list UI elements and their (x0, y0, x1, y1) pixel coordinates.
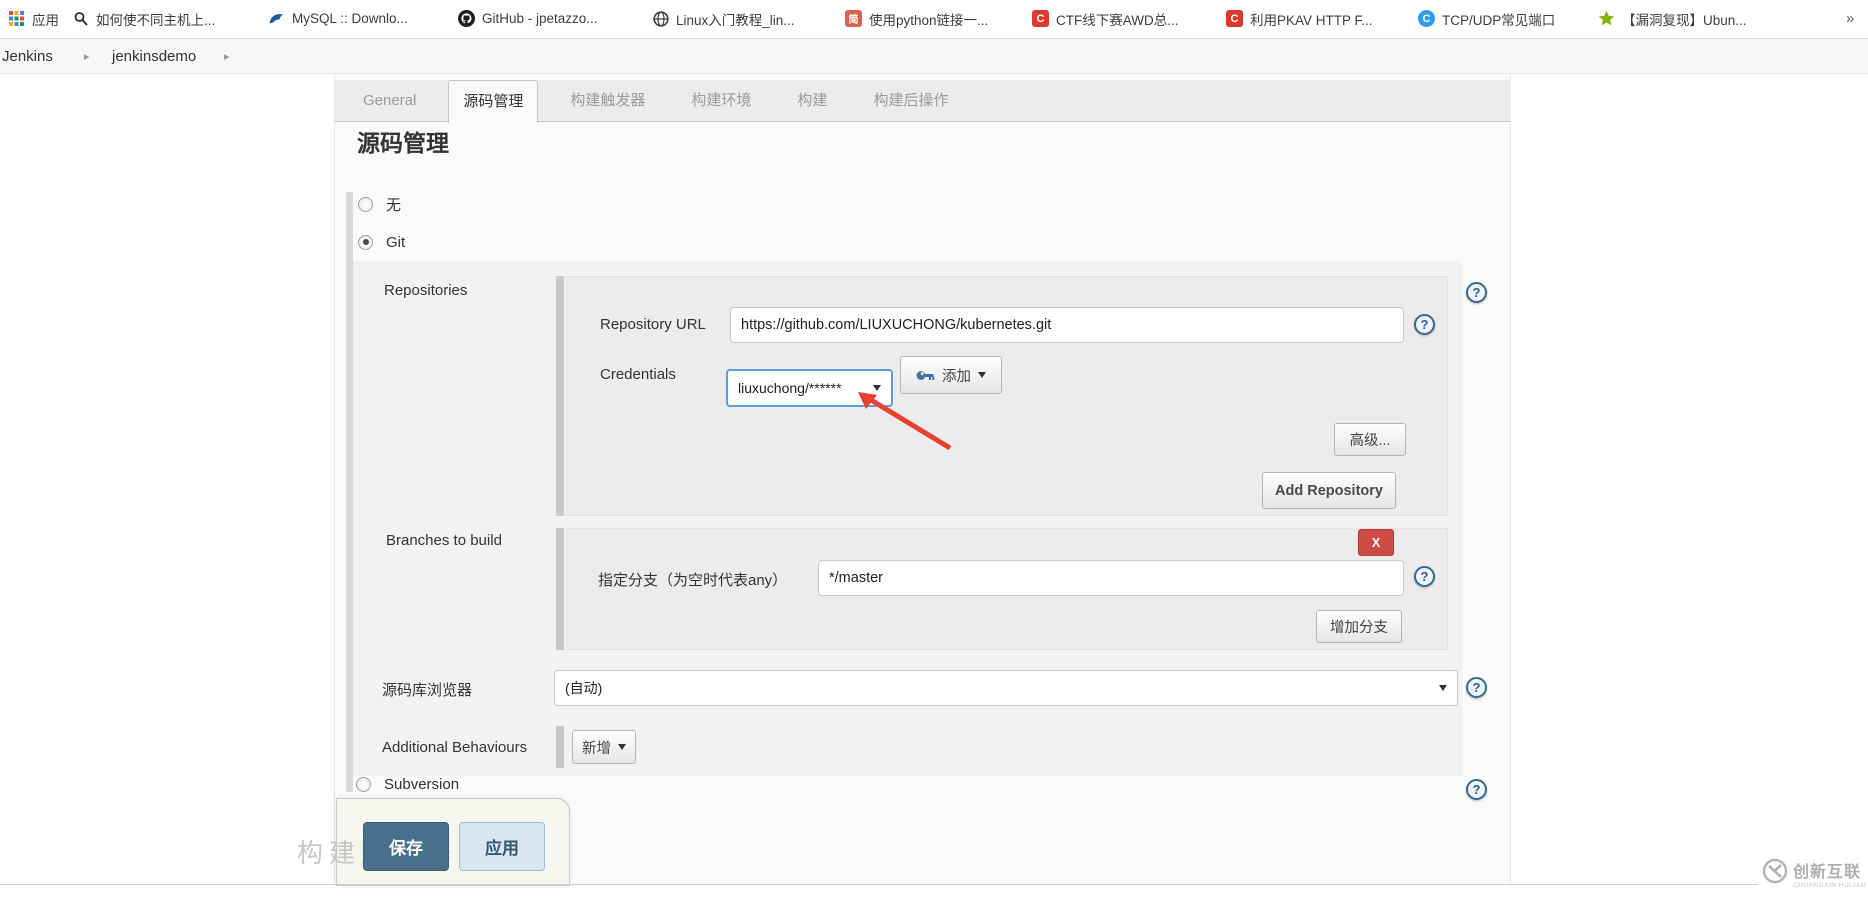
breadcrumb-jenkinsdemo[interactable]: jenkinsdemo (112, 39, 196, 73)
repo-browser-select[interactable]: (自动) (554, 670, 1458, 706)
save-footer-panel: 构建触发器 保存 应用 (297, 798, 570, 886)
section-drag-bar (346, 192, 353, 792)
csdn-favicon: C (1032, 10, 1049, 27)
behaviour-drag-bar (556, 726, 564, 768)
add-behaviour-button[interactable]: 新增 (572, 730, 636, 764)
remove-branch-button[interactable]: X (1358, 529, 1394, 556)
tab-general[interactable]: General (349, 80, 430, 122)
chevron-down-icon (873, 385, 881, 391)
help-icon[interactable]: ? (1414, 314, 1435, 335)
advanced-button[interactable]: 高级... (1334, 423, 1406, 456)
repo-browser-label: 源码库浏览器 (382, 682, 473, 699)
site-watermark: 创新互联 CHUANGXIN HULIAN (1758, 850, 1868, 897)
bookmark-label: 【漏洞复现】Ubun... (1622, 12, 1747, 28)
page-title: 源码管理 (357, 130, 449, 156)
jianshu-favicon: 简 (845, 10, 862, 27)
radio-none-icon[interactable] (358, 196, 373, 212)
bookmark-label: 利用PKAV HTTP F... (1250, 12, 1373, 28)
tab-source-code[interactable]: 源码管理 (448, 80, 539, 123)
bookmark-label: 使用python链接一... (869, 12, 989, 28)
add-credential-button[interactable]: 添加 (900, 356, 1002, 394)
breadcrumb-jenkins[interactable]: Jenkins (2, 39, 53, 73)
jenkins-configure-page: 应用 如何使不同主机上... MySQL :: Downlo... GitHub… (0, 0, 1868, 897)
bookmark-label: Linux入门教程_lin... (676, 12, 795, 28)
chevron-down-icon (618, 744, 626, 750)
bookmark-item[interactable]: C CTF线下赛AWD总... (1032, 0, 1179, 37)
add-credential-label: 添加 (942, 368, 971, 385)
mysql-favicon (268, 10, 285, 27)
cx-logo-icon (1762, 858, 1788, 889)
watermark-subtitle: CHUANGXIN HULIAN (1793, 882, 1866, 889)
bookmark-label: MySQL :: Downlo... (292, 11, 408, 26)
tab-build-env[interactable]: 构建环境 (677, 80, 765, 122)
tab-post-build[interactable]: 构建后操作 (859, 80, 962, 122)
repo-chunk-drag-bar[interactable] (556, 276, 564, 516)
bookmark-label: TCP/UDP常见端口 (1442, 12, 1556, 28)
bookmark-item[interactable]: MySQL :: Downlo... (268, 0, 408, 37)
magnifier-favicon (72, 10, 89, 27)
tab-build-triggers[interactable]: 构建触发器 (556, 80, 659, 122)
bookmark-apps[interactable]: 应用 (8, 0, 59, 37)
radio-label: Git (386, 233, 406, 251)
bookmark-label: 应用 (32, 12, 59, 28)
chevron-down-icon (1439, 685, 1447, 691)
apps-grid-icon (8, 10, 25, 27)
watermark-title: 创新互联 (1793, 864, 1862, 881)
csdn-favicon: C (1226, 10, 1243, 27)
bookmark-label: CTF线下赛AWD总... (1056, 12, 1179, 28)
bookmarks-overflow-chevron[interactable]: » (1846, 0, 1854, 37)
help-icon[interactable]: ? (1466, 677, 1487, 698)
globe-favicon (652, 10, 669, 27)
bookmark-item[interactable]: C TCP/UDP常见端口 (1418, 0, 1555, 37)
repository-url-label: Repository URL (600, 316, 706, 333)
branch-spec-input[interactable] (818, 560, 1404, 596)
bookmark-item[interactable]: 简 使用python链接一... (845, 0, 988, 37)
blue-c-favicon: C (1418, 10, 1435, 27)
breadcrumb-separator-icon: ▸ (224, 50, 230, 63)
breadcrumb: Jenkins ▸ jenkinsdemo ▸ (0, 38, 1868, 74)
bookmark-item[interactable]: 【漏洞复现】Ubun... (1598, 0, 1747, 37)
help-icon[interactable]: ? (1466, 779, 1487, 800)
browser-bookmarks-bar: 应用 如何使不同主机上... MySQL :: Downlo... GitHub… (0, 0, 1868, 37)
bookmark-item[interactable]: C 利用PKAV HTTP F... (1226, 0, 1373, 37)
branch-chunk-drag-bar[interactable] (556, 528, 564, 650)
bookmark-item[interactable]: GitHub - jpetazzo... (458, 0, 598, 37)
help-icon[interactable]: ? (1414, 566, 1435, 587)
star-favicon (1598, 10, 1615, 27)
add-behaviour-label: 新增 (582, 740, 611, 757)
add-branch-button[interactable]: 增加分支 (1316, 610, 1402, 643)
credentials-select[interactable]: liuxuchong/****** (726, 369, 893, 407)
apply-button[interactable]: 应用 (459, 822, 545, 871)
radio-git-icon[interactable] (358, 234, 373, 250)
repo-browser-selected-value: (自动) (565, 680, 603, 696)
scm-option-subversion[interactable]: Subversion (356, 772, 459, 796)
chevron-down-icon (978, 372, 986, 378)
github-favicon (458, 10, 475, 27)
credentials-label: Credentials (600, 366, 676, 383)
config-tab-bar: General 源码管理 构建触发器 构建环境 构建 构建后操作 (335, 80, 1510, 123)
radio-subversion-icon[interactable] (356, 776, 371, 792)
scm-option-none[interactable]: 无 (358, 192, 401, 216)
repositories-label: Repositories (384, 282, 468, 299)
bookmark-label: GitHub - jpetazzo... (482, 11, 598, 26)
key-icon (916, 367, 935, 384)
bookmark-item[interactable]: Linux入门教程_lin... (652, 0, 795, 37)
help-icon[interactable]: ? (1466, 282, 1487, 303)
branch-spec-label: 指定分支（为空时代表any） (598, 572, 788, 589)
scm-option-git[interactable]: Git (358, 230, 405, 254)
bottom-divider (0, 884, 1762, 885)
save-button[interactable]: 保存 (363, 822, 449, 871)
credentials-selected-value: liuxuchong/****** (738, 380, 842, 396)
radio-label: Subversion (384, 775, 460, 793)
bookmark-label: 如何使不同主机上... (96, 12, 216, 28)
additional-behaviours-label: Additional Behaviours (382, 739, 528, 756)
bookmark-item[interactable]: 如何使不同主机上... (72, 0, 215, 37)
radio-label: 无 (386, 196, 402, 214)
add-repository-button[interactable]: Add Repository (1262, 472, 1396, 509)
tab-build[interactable]: 构建 (783, 80, 841, 122)
repository-url-input[interactable] (730, 307, 1404, 343)
branches-to-build-label: Branches to build (386, 532, 502, 549)
breadcrumb-separator-icon: ▸ (84, 50, 90, 63)
